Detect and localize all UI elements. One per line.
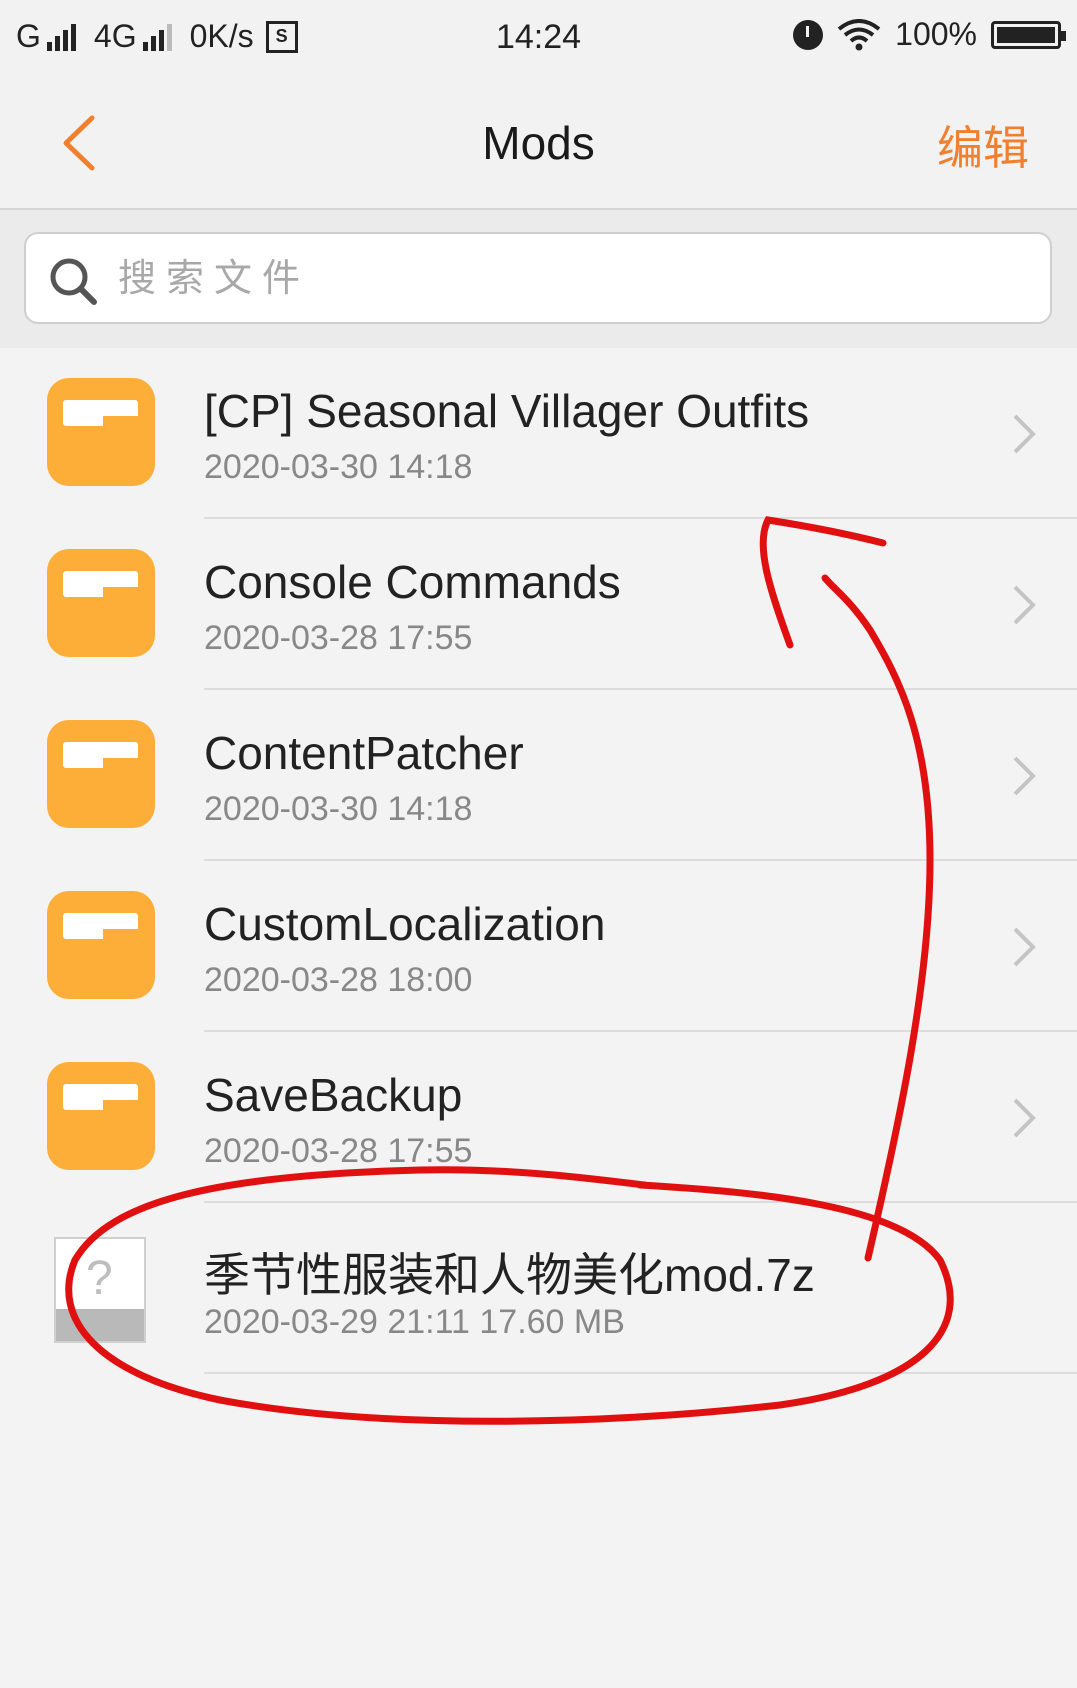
file-list: [CP] Seasonal Villager Outfits 2020-03-3… (0, 348, 1077, 1374)
chevron-right-icon (1013, 585, 1036, 625)
item-date: 2020-03-28 18:00 (204, 961, 473, 999)
folder-icon (47, 378, 155, 486)
chevron-right-icon (1013, 1098, 1036, 1138)
search-bar-container (0, 210, 1077, 348)
status-right: 100% (793, 16, 1066, 53)
item-name: ContentPatcher (204, 727, 524, 779)
item-date: 2020-03-30 14:18 (204, 448, 473, 486)
chevron-right-icon (1013, 414, 1036, 454)
item-name: SaveBackup (204, 1069, 463, 1121)
nav-header: Mods 编辑 (0, 74, 1077, 210)
folder-icon (47, 549, 155, 657)
list-item[interactable]: [CP] Seasonal Villager Outfits 2020-03-3… (0, 348, 1077, 519)
unknown-file-icon: ? (54, 1237, 146, 1343)
page-title: Mods (482, 117, 595, 169)
alarm-icon (793, 19, 824, 50)
list-item[interactable]: ContentPatcher 2020-03-30 14:18 (0, 690, 1077, 861)
item-name: 季节性服装和人物美化mod.7z (204, 1249, 815, 1301)
status-bar: G 4G 0K/s S 14:24 100% (0, 0, 1077, 74)
edit-button[interactable]: 编辑 (937, 112, 1029, 178)
folder-icon (47, 1062, 155, 1170)
divider (204, 1372, 1077, 1374)
list-item[interactable]: CustomLocalization 2020-03-28 18:00 (0, 861, 1077, 1032)
item-date-size: 2020-03-29 21:11 17.60 MB (204, 1303, 625, 1341)
wifi-icon (837, 18, 881, 51)
list-item[interactable]: Console Commands 2020-03-28 17:55 (0, 519, 1077, 690)
chevron-right-icon (1013, 756, 1036, 796)
battery-percent: 100% (895, 16, 977, 52)
item-name: Console Commands (204, 556, 621, 608)
search-box[interactable] (24, 232, 1052, 324)
list-item[interactable]: ? 季节性服装和人物美化mod.7z 2020-03-29 21:11 17.6… (0, 1203, 1077, 1374)
folder-icon (47, 891, 155, 999)
item-date: 2020-03-28 17:55 (204, 1132, 473, 1170)
battery-icon (991, 20, 1066, 49)
chevron-right-icon (1013, 927, 1036, 967)
item-name: [CP] Seasonal Villager Outfits (204, 385, 810, 437)
item-date: 2020-03-28 17:55 (204, 619, 473, 657)
search-icon (50, 258, 97, 305)
item-date: 2020-03-30 14:18 (204, 790, 473, 828)
battery-fill (997, 26, 1055, 43)
list-item[interactable]: SaveBackup 2020-03-28 17:55 (0, 1032, 1077, 1203)
item-name: CustomLocalization (204, 898, 606, 950)
search-input[interactable] (116, 248, 1020, 310)
folder-icon (47, 720, 155, 828)
